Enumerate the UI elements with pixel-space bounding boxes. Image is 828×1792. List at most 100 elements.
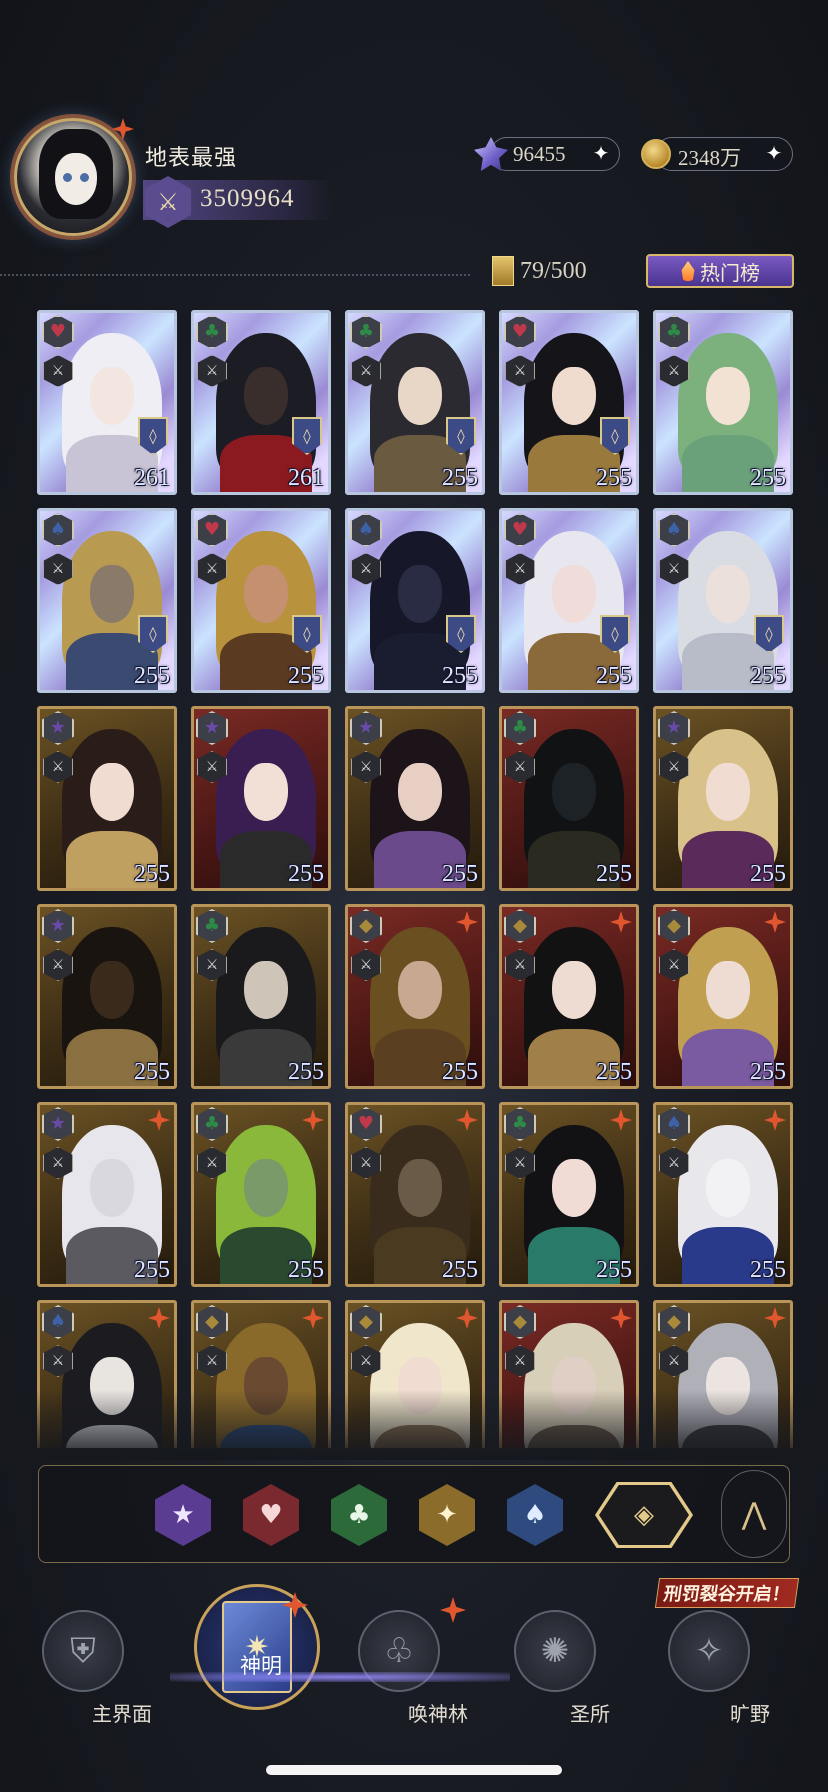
card-count-text: 79/500 [520, 257, 587, 284]
portrait-face [706, 763, 750, 821]
god-portrait [370, 729, 470, 888]
power-value: 3509964 [200, 185, 295, 212]
portrait-face [90, 961, 134, 1019]
god-card[interactable]: ♠ ⚔ ◊ 255 [37, 508, 177, 693]
portrait-face [552, 961, 596, 1019]
sanctuary-icon: ✺ [514, 1610, 596, 1692]
card-level: 255 [134, 1257, 170, 1283]
god-portrait [216, 729, 316, 888]
god-card[interactable]: ◆ ⚔ 255 [345, 904, 485, 1089]
divider [0, 274, 470, 276]
portrait-face [552, 1159, 596, 1217]
god-card[interactable]: ★ ⚔ 255 [37, 706, 177, 891]
player-name: 地表最强 [145, 145, 238, 170]
card-level: 255 [596, 465, 632, 491]
nav-wilderness[interactable]: ✧ 旷野 [668, 1610, 770, 1726]
nav-wild-label: 旷野 [730, 1704, 770, 1726]
filter-diamond-button[interactable]: ✦ [419, 1484, 475, 1546]
card-level: 255 [288, 1059, 324, 1085]
god-card[interactable]: ♣ ⚔ 255 [191, 904, 331, 1089]
portrait-face [90, 1159, 134, 1217]
god-portrait [524, 1125, 624, 1284]
card-level: 255 [750, 1257, 786, 1283]
card-level: 255 [442, 1059, 478, 1085]
nav-main-screen[interactable]: ⛨ 主界面 [42, 1610, 152, 1726]
filter-star-button[interactable]: ★ [155, 1484, 211, 1546]
main-screen-icon: ⛨ [42, 1610, 124, 1692]
god-portrait [524, 531, 624, 690]
god-card[interactable]: ♣ ⚔ 255 [191, 1102, 331, 1287]
card-level: 255 [134, 1059, 170, 1085]
god-card[interactable]: ♥ ⚔ ◊ 255 [499, 310, 639, 495]
flame-icon [681, 261, 695, 281]
god-portrait [62, 1125, 162, 1284]
portrait-face [90, 763, 134, 821]
card-level: 261 [134, 465, 170, 491]
portrait-face [706, 565, 750, 623]
god-card[interactable]: ♣ ⚔ 255 [653, 310, 793, 495]
portrait-face [552, 367, 596, 425]
god-card[interactable]: ♣ ⚔ 255 [499, 1102, 639, 1287]
portrait-face [552, 763, 596, 821]
god-card[interactable]: ◆ ⚔ 255 [653, 904, 793, 1089]
god-card[interactable]: ♠ ⚔ 255 [653, 1102, 793, 1287]
god-card[interactable]: ♠ ⚔ ◊ 255 [345, 508, 485, 693]
god-card-grid: ♥ ⚔ ◊ 261 ♣ ⚔ ◊ 261 ♣ ⚔ ◊ 255 ♥ ⚔ ◊ 255 ♣ ⚔ 255 ♠ ⚔ ◊ 255 ♥ ⚔ ◊ 25… [37, 310, 797, 1448]
god-card[interactable]: ♥ ⚔ ◊ 255 [499, 508, 639, 693]
god-portrait [370, 927, 470, 1086]
portrait-face [706, 1159, 750, 1217]
card-level: 255 [750, 465, 786, 491]
filter-club-button[interactable]: ♣ [331, 1484, 387, 1546]
portrait-face [244, 763, 288, 821]
god-portrait [370, 333, 470, 492]
filter-spade-button[interactable]: ♠ [507, 1484, 563, 1546]
card-level: 255 [596, 1059, 632, 1085]
star-gem-icon [471, 133, 511, 175]
god-portrait [678, 1125, 778, 1284]
god-portrait [216, 927, 316, 1086]
god-portrait [524, 729, 624, 888]
god-card[interactable]: ♥ ⚔ ◊ 255 [191, 508, 331, 693]
god-card[interactable]: ★ ⚔ 255 [191, 706, 331, 891]
god-portrait [62, 729, 162, 888]
home-indicator[interactable] [266, 1765, 562, 1775]
portrait-face [398, 763, 442, 821]
portrait-face [398, 1159, 442, 1217]
portrait-face [706, 961, 750, 1019]
god-card[interactable]: ♥ ⚔ 255 [345, 1102, 485, 1287]
nav-main-label: 主界面 [92, 1704, 152, 1726]
card-level: 255 [596, 663, 632, 689]
god-portrait [678, 729, 778, 888]
card-level: 255 [442, 861, 478, 887]
portrait-face [398, 961, 442, 1019]
hot-list-button[interactable]: 热门榜 [646, 254, 794, 288]
god-card[interactable]: ♥ ⚔ ◊ 261 [37, 310, 177, 495]
card-level: 255 [442, 465, 478, 491]
god-card[interactable]: ♣ ⚔ 255 [499, 706, 639, 891]
nav-gods-label: 神明 [240, 1654, 282, 1678]
card-level: 255 [442, 663, 478, 689]
god-card[interactable]: ♣ ⚔ ◊ 255 [345, 310, 485, 495]
god-card[interactable]: ★ ⚔ 255 [37, 1102, 177, 1287]
add-gems-button[interactable]: ✦ [589, 141, 613, 165]
god-card[interactable]: ★ ⚔ 255 [37, 904, 177, 1089]
avatar-eye [80, 173, 89, 182]
nav-sanctuary[interactable]: ✺ 圣所 [514, 1610, 610, 1726]
god-card[interactable]: ♠ ⚔ ◊ 255 [653, 508, 793, 693]
god-card[interactable]: ★ ⚔ 255 [345, 706, 485, 891]
portrait-face [90, 565, 134, 623]
card-level: 261 [288, 465, 324, 491]
god-portrait [216, 531, 316, 690]
god-card[interactable]: ♣ ⚔ ◊ 261 [191, 310, 331, 495]
card-stack-icon [492, 256, 514, 286]
add-gold-button[interactable]: ✦ [762, 141, 786, 165]
event-banner[interactable]: 刑罚裂谷开启！ [654, 1578, 800, 1608]
hot-list-label: 热门榜 [700, 262, 760, 285]
god-card[interactable]: ◆ ⚔ 255 [499, 904, 639, 1089]
collapse-chevron-up-icon[interactable]: ⋀ [721, 1470, 787, 1558]
god-portrait [62, 531, 162, 690]
filter-heart-button[interactable]: ♥ [243, 1484, 299, 1546]
player-avatar[interactable] [14, 118, 132, 236]
god-card[interactable]: ★ ⚔ 255 [653, 706, 793, 891]
card-level: 255 [442, 1257, 478, 1283]
